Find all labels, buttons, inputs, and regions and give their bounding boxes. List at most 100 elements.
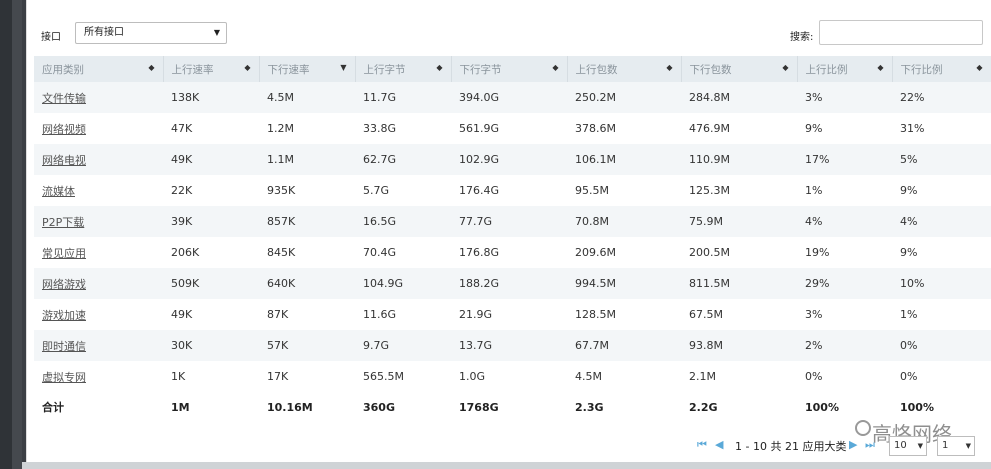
cell-up-bytes: 33.8G xyxy=(355,113,451,144)
header-up-packets[interactable]: 上行包数 ◆ xyxy=(567,56,682,82)
cell-down-ratio: 4% xyxy=(892,206,991,237)
cell-up-rate: 47K xyxy=(163,113,259,144)
cell-down-rate: 845K xyxy=(259,237,355,268)
cell-up-bytes: 104.9G xyxy=(355,268,451,299)
cell-up-ratio: 4% xyxy=(797,206,892,237)
table-row: 常见应用 206K 845K 70.4G 176.8G 209.6M 200.5M 19% 9% xyxy=(34,237,991,268)
header-down-packets[interactable]: 下行包数 ◆ xyxy=(681,56,798,82)
sort-icon: ◆ xyxy=(666,63,673,72)
header-app-category[interactable]: 应用类别 ◆ xyxy=(34,56,164,82)
search-input[interactable] xyxy=(819,20,983,45)
cell-down-rate: 935K xyxy=(259,175,355,206)
cell-up-bytes: 9.7G xyxy=(355,330,451,361)
cell-down-packets: 200.5M xyxy=(681,237,797,268)
traffic-panel: 接口 所有接口 ▼ 搜索: 应用类别 ◆ 上行速率 ◆ 下行速率 ▼ 上行字节 ◆ 下行… xyxy=(26,0,991,462)
cell-up-packets: 994.5M xyxy=(567,268,681,299)
header-down-bytes[interactable]: 下行字节 ◆ xyxy=(451,56,568,82)
total-up-bytes: 360G xyxy=(355,392,451,422)
sort-icon: ◆ xyxy=(877,63,884,72)
cell-up-rate: 22K xyxy=(163,175,259,206)
sort-icon: ◆ xyxy=(244,63,251,72)
total-app-category: 合计 xyxy=(34,392,163,422)
cell-app-category[interactable]: 流媒体 xyxy=(34,175,163,206)
header-up-ratio[interactable]: 上行比例 ◆ xyxy=(797,56,893,82)
search-label: 搜索: xyxy=(790,32,814,43)
interface-select[interactable]: 所有接口 ▼ xyxy=(75,22,227,44)
left-scrollbar[interactable] xyxy=(12,0,22,469)
cell-down-ratio: 9% xyxy=(892,175,991,206)
cell-up-rate: 49K xyxy=(163,299,259,330)
cell-down-bytes: 13.7G xyxy=(451,330,567,361)
cell-down-ratio: 9% xyxy=(892,237,991,268)
cell-up-packets: 106.1M xyxy=(567,144,681,175)
cell-up-bytes: 16.5G xyxy=(355,206,451,237)
cell-down-packets: 67.5M xyxy=(681,299,797,330)
cell-up-rate: 30K xyxy=(163,330,259,361)
cell-up-rate: 49K xyxy=(163,144,259,175)
table-row: 文件传输 138K 4.5M 11.7G 394.0G 250.2M 284.8M 3% 22% xyxy=(34,82,991,113)
total-up-rate: 1M xyxy=(163,392,259,422)
cell-down-packets: 93.8M xyxy=(681,330,797,361)
table-row: 游戏加速 49K 87K 11.6G 21.9G 128.5M 67.5M 3% 1% xyxy=(34,299,991,330)
first-page-icon[interactable]: ⏮ xyxy=(697,438,707,452)
cell-app-category[interactable]: 网络视频 xyxy=(34,113,163,144)
prev-page-icon[interactable]: ◀ xyxy=(715,438,723,451)
cell-app-category[interactable]: 常见应用 xyxy=(34,237,163,268)
cell-up-bytes: 70.4G xyxy=(355,237,451,268)
cell-app-category[interactable]: 网络游戏 xyxy=(34,268,163,299)
cell-down-rate: 17K xyxy=(259,361,355,392)
page-range-text: 1 - 10 共 21 应用大类 xyxy=(735,440,847,453)
next-page-icon[interactable]: ▶ xyxy=(849,438,857,451)
cell-down-rate: 87K xyxy=(259,299,355,330)
cell-up-rate: 509K xyxy=(163,268,259,299)
pagination: ⏮ ◀ 1 - 10 共 21 应用大类 ▶ ⏭ 10 ▼ 1 ▼ xyxy=(27,436,991,456)
table-row: 网络视频 47K 1.2M 33.8G 561.9G 378.6M 476.9M 9% 31% xyxy=(34,113,991,144)
cell-app-category[interactable]: 虚拟专网 xyxy=(34,361,163,392)
header-down-rate[interactable]: 下行速率 ▼ xyxy=(259,56,356,82)
last-page-icon[interactable]: ⏭ xyxy=(865,438,875,452)
cell-up-bytes: 11.7G xyxy=(355,82,451,113)
cell-down-bytes: 77.7G xyxy=(451,206,567,237)
cell-up-bytes: 565.5M xyxy=(355,361,451,392)
table-header-row: 应用类别 ◆ 上行速率 ◆ 下行速率 ▼ 上行字节 ◆ 下行字节 ◆ 上行包数 ◆ 下行包数… xyxy=(34,56,991,82)
cell-app-category[interactable]: P2P下载 xyxy=(34,206,163,237)
chevron-down-icon: ▼ xyxy=(213,28,220,37)
cell-down-ratio: 10% xyxy=(892,268,991,299)
cell-up-ratio: 2% xyxy=(797,330,892,361)
cell-up-packets: 4.5M xyxy=(567,361,681,392)
cell-up-ratio: 29% xyxy=(797,268,892,299)
cell-app-category[interactable]: 文件传输 xyxy=(34,82,163,113)
cell-down-packets: 811.5M xyxy=(681,268,797,299)
page-select[interactable]: 1 ▼ xyxy=(937,436,975,456)
page-size-select[interactable]: 10 ▼ xyxy=(889,436,927,456)
chevron-down-icon: ▼ xyxy=(917,442,923,450)
header-up-rate[interactable]: 上行速率 ◆ xyxy=(163,56,260,82)
cell-down-bytes: 176.8G xyxy=(451,237,567,268)
cell-down-ratio: 0% xyxy=(892,330,991,361)
cell-up-ratio: 17% xyxy=(797,144,892,175)
cell-down-ratio: 31% xyxy=(892,113,991,144)
sort-icon: ◆ xyxy=(436,63,443,72)
sort-icon: ◆ xyxy=(552,63,559,72)
cell-up-ratio: 3% xyxy=(797,299,892,330)
cell-down-packets: 2.1M xyxy=(681,361,797,392)
app-traffic-table: 应用类别 ◆ 上行速率 ◆ 下行速率 ▼ 上行字节 ◆ 下行字节 ◆ 上行包数 ◆ 下行包数… xyxy=(34,56,991,422)
cell-down-rate: 1.1M xyxy=(259,144,355,175)
cell-down-packets: 476.9M xyxy=(681,113,797,144)
cell-app-category[interactable]: 即时通信 xyxy=(34,330,163,361)
header-down-ratio[interactable]: 下行比例 ◆ xyxy=(892,56,991,82)
cell-down-ratio: 0% xyxy=(892,361,991,392)
cell-up-rate: 1K xyxy=(163,361,259,392)
cell-app-category[interactable]: 网络电视 xyxy=(34,144,163,175)
cell-down-bytes: 1.0G xyxy=(451,361,567,392)
cell-up-ratio: 3% xyxy=(797,82,892,113)
header-up-bytes[interactable]: 上行字节 ◆ xyxy=(355,56,452,82)
cell-up-packets: 128.5M xyxy=(567,299,681,330)
interface-select-value: 所有接口 xyxy=(84,27,124,38)
cell-up-ratio: 1% xyxy=(797,175,892,206)
cell-up-bytes: 11.6G xyxy=(355,299,451,330)
cell-app-category[interactable]: 游戏加速 xyxy=(34,299,163,330)
cell-up-packets: 67.7M xyxy=(567,330,681,361)
cell-down-rate: 57K xyxy=(259,330,355,361)
table-row: 网络游戏 509K 640K 104.9G 188.2G 994.5M 811.5M 29% 1… xyxy=(34,268,991,299)
